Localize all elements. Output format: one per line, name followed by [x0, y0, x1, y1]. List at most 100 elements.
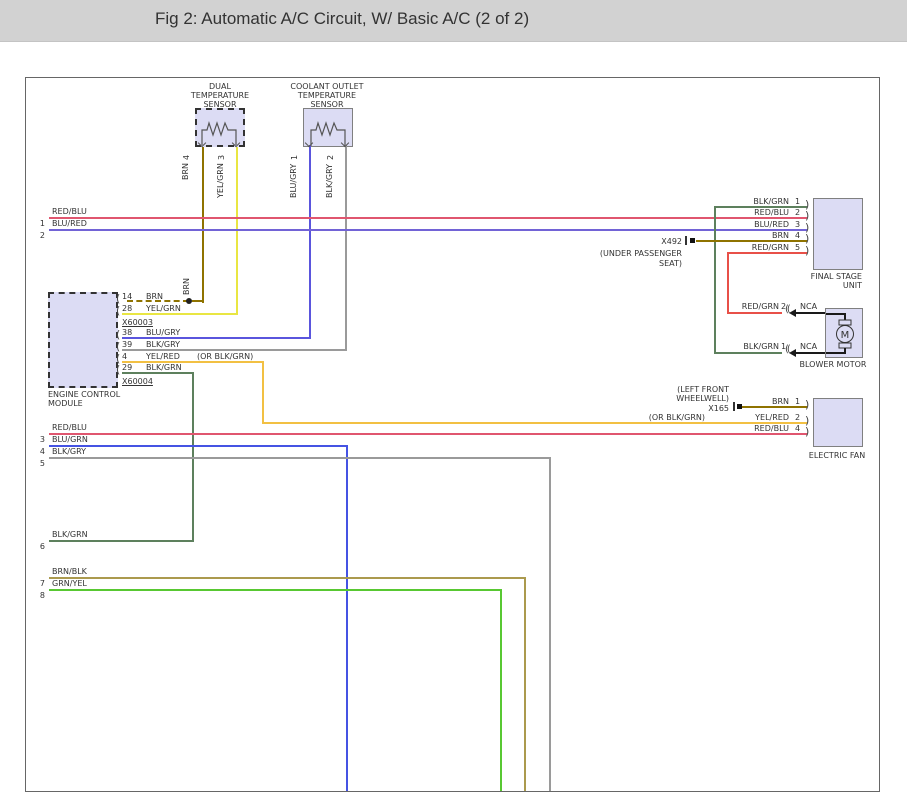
pin-number: 1	[795, 397, 800, 406]
wire-red-blu-1	[49, 217, 807, 219]
final-stage-name: UNIT	[782, 281, 862, 290]
dual-sensor-title: TEMPERATURE	[180, 91, 260, 100]
wire-color-label: BLU/GRY	[289, 164, 298, 198]
pin-number: 39	[122, 340, 132, 349]
nca-label: NCA	[800, 302, 817, 311]
wire-color-label: RED/BLU	[723, 424, 789, 433]
wire-color-label: BLK/GRY	[52, 447, 86, 456]
inline-connector-icon	[685, 236, 687, 245]
connector-location: WHEELWELL)	[659, 394, 729, 403]
pin-number: 14	[122, 292, 132, 301]
connector-label: X60004	[122, 377, 153, 386]
wire-blu-gry-segment	[309, 145, 311, 339]
wire-yel-grn-segment	[122, 313, 238, 315]
wire-red-grn-segment	[727, 252, 807, 254]
wire-color-label: BRN/BLK	[52, 567, 87, 576]
coolant-sensor-title: SENSOR	[287, 100, 367, 109]
wire-blk-gry-5	[49, 457, 551, 459]
wire-blu-red-2	[49, 229, 807, 231]
pin-arc-icon: (	[116, 364, 120, 375]
connector-location: SEAT)	[592, 259, 682, 268]
inline-connector-icon	[690, 238, 695, 243]
wire-yel-grn-segment	[236, 147, 238, 315]
wire-color-label: GRN/YEL	[52, 579, 87, 588]
wire-red-blu-3	[49, 433, 807, 435]
blower-motor-box: M	[825, 308, 863, 358]
wire-color-label: BLU/RED	[52, 219, 87, 228]
wire-blu-grn-4	[346, 445, 348, 791]
wire-color-label: RED/BLU	[723, 208, 789, 217]
pin-number: 29	[122, 363, 132, 372]
pin-number: 28	[122, 304, 132, 313]
pin-number: 2	[795, 208, 800, 217]
engine-control-module-box	[48, 292, 118, 388]
pin-arc-icon: (	[116, 293, 120, 304]
wire-brn-blk-7	[524, 577, 526, 791]
pin-arc-icon: )	[805, 210, 809, 221]
edge-wire-number: 8	[36, 591, 45, 600]
arrow-left-icon	[789, 309, 796, 317]
wire-blk-grn-6	[49, 540, 194, 542]
wire-color-label: BLK/GRN	[146, 363, 182, 372]
connector-location: (LEFT FRONT	[659, 385, 729, 394]
wire-alt-label: (OR BLK/GRN)	[639, 413, 705, 422]
pin-number: 5	[795, 243, 800, 252]
motor-letter: M	[841, 330, 850, 341]
blower-motor-name: BLOWER MOTOR	[793, 360, 873, 369]
ecm-name: ENGINE CONTROL	[48, 390, 120, 399]
connector-location: (UNDER PASSENGER	[592, 249, 682, 258]
wire-nca-top	[796, 312, 825, 314]
wire-color-label: BLK/GRY	[146, 340, 180, 349]
connector-label: X492	[622, 237, 682, 246]
wire-blu-gry-segment	[122, 337, 311, 339]
inline-connector-icon: ((	[785, 345, 789, 355]
pin-number: 4	[795, 231, 800, 240]
pin-number: 4	[182, 155, 191, 160]
wire-blu-grn-4	[49, 445, 348, 447]
edge-wire-number: 4	[36, 447, 45, 456]
pin-number: 2	[326, 155, 335, 160]
edge-wire-number: 1	[36, 219, 45, 228]
wire-brn-segment	[192, 300, 204, 302]
pin-number: 3	[795, 220, 800, 229]
edge-wire-number: 7	[36, 579, 45, 588]
edge-wire-number: 3	[36, 435, 45, 444]
pin-arc-icon: (	[116, 305, 120, 316]
pin-number: 38	[122, 328, 132, 337]
wire-color-label: BLK/GRN	[713, 342, 779, 351]
wire-color-label: YEL/RED	[146, 352, 180, 361]
wire-brn-blk-7	[49, 577, 526, 579]
wire-blk-gry-segment	[122, 349, 347, 351]
pin-arc-icon: )	[805, 426, 809, 437]
wire-color-label: BRN	[723, 397, 789, 406]
wire-blk-grn-segment	[122, 372, 194, 374]
wire-color-label: BLK/GRN	[723, 197, 789, 206]
wire-alt-label: (OR BLK/GRN)	[197, 352, 253, 361]
electric-fan-box	[813, 398, 863, 447]
wire-color-label: BRN	[182, 278, 191, 295]
motor-symbol: M	[826, 309, 862, 357]
wire-grn-yel-8	[49, 589, 502, 591]
wire-color-label: BRN	[146, 292, 163, 301]
inline-connector-icon: ((	[785, 305, 789, 315]
coolant-sensor-title: COOLANT OUTLET	[287, 82, 367, 91]
wire-yel-red-segment	[262, 361, 264, 424]
wire-color-label: BRN	[181, 163, 190, 180]
nca-label: NCA	[800, 342, 817, 351]
final-stage-unit-box	[813, 198, 863, 270]
final-stage-name: FINAL STAGE	[782, 272, 862, 281]
wire-color-label: BLU/GRN	[52, 435, 88, 444]
pin-arc-icon: )	[805, 245, 809, 256]
ecm-name: MODULE	[48, 399, 83, 408]
wire-blk-gry-segment	[345, 145, 347, 351]
pin-arc-icon: (	[116, 329, 120, 340]
pin-arc-icon: (	[116, 341, 120, 352]
pin-number: 2	[795, 413, 800, 422]
wire-blk-grn-fs-segment	[714, 206, 716, 354]
coolant-sensor-title: TEMPERATURE	[287, 91, 367, 100]
pin-arc-icon: )	[805, 233, 809, 244]
pin-number: 4	[795, 424, 800, 433]
title-bar: Fig 2: Automatic A/C Circuit, W/ Basic A…	[0, 0, 907, 42]
wire-color-label: YEL/RED	[723, 413, 789, 422]
wire-color-label: BLU/RED	[723, 220, 789, 229]
